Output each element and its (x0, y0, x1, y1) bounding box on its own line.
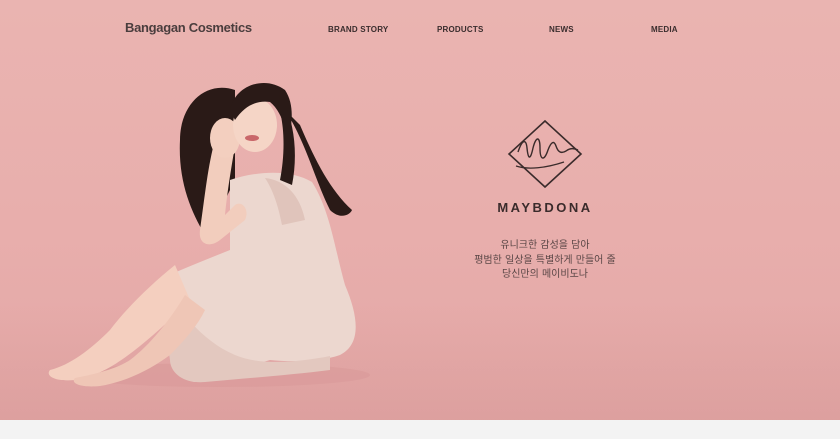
footer-strip (0, 420, 840, 439)
model-photo (48, 82, 370, 387)
hero-banner: MAYBDONA 유니크한 감성을 담아 평범한 일상을 특별하게 만들어 줄 … (0, 0, 840, 420)
tagline-line-1: 유니크한 감성을 담아 (500, 240, 590, 251)
tagline-line-3: 당신만의 메이비도나 (502, 269, 588, 280)
hero-tagline: 유니크한 감성을 담아 평범한 일상을 특별하게 만들어 줄 당신만의 메이비도… (445, 239, 645, 283)
nav-news[interactable]: NEWS (549, 25, 574, 34)
main-nav: BRAND STORY PRODUCTS NEWS MEDIA (0, 25, 840, 39)
maybdona-emblem-icon (507, 119, 583, 189)
nav-products[interactable]: PRODUCTS (437, 25, 484, 34)
brand-wordmark: MAYBDONA (497, 200, 593, 215)
tagline-line-2: 평범한 일상을 특별하게 만들어 줄 (474, 254, 616, 266)
nav-media[interactable]: MEDIA (651, 25, 678, 34)
nav-brand-story[interactable]: BRAND STORY (328, 25, 388, 34)
